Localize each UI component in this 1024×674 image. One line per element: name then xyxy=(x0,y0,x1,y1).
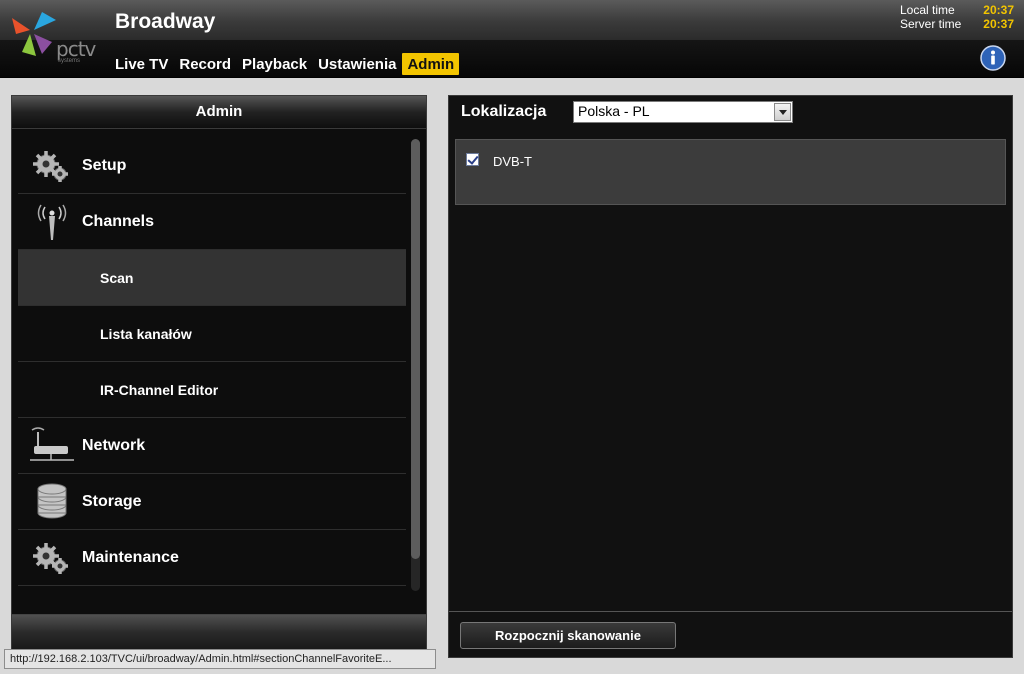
admin-menu: Setup Channels Scan Lista kanałów IR-Cha… xyxy=(18,138,406,586)
menu-item-setup[interactable]: Setup xyxy=(18,138,406,194)
local-time-label: Local time xyxy=(900,3,955,17)
menu-item-ir-channel-editor[interactable]: IR-Channel Editor xyxy=(18,362,406,418)
location-label: Lokalizacja xyxy=(461,103,547,120)
main-nav: Live TV Record Playback Ustawienia Admin xyxy=(110,53,460,75)
chevron-down-icon[interactable] xyxy=(774,103,791,121)
app-header: pctv systems Broadway Local time 20:37 S… xyxy=(0,0,1024,78)
gears-icon xyxy=(33,150,68,182)
menu-item-setup-label: Setup xyxy=(82,156,127,174)
dvb-t-label: DVB-T xyxy=(493,154,532,169)
browser-status-bar: http://192.168.2.103/TVC/ui/broadway/Adm… xyxy=(4,649,436,669)
menu-item-channels-label: Channels xyxy=(82,212,155,230)
menu-item-storage-label: Storage xyxy=(82,492,142,510)
server-time-label: Server time xyxy=(900,17,962,31)
nav-record[interactable]: Record xyxy=(174,53,236,75)
antenna-icon xyxy=(37,204,67,240)
admin-menu-panel: Admin Setup Channels Scan Lista kanałów … xyxy=(11,95,427,655)
info-icon[interactable] xyxy=(980,45,1006,71)
server-time-value: 20:37 xyxy=(983,17,1014,31)
menu-item-scan[interactable]: Scan xyxy=(18,250,406,306)
nav-ustawienia[interactable]: Ustawienia xyxy=(313,53,401,75)
menu-item-network-label: Network xyxy=(82,436,146,454)
logo-subtext: systems xyxy=(58,58,81,64)
admin-panel-footer xyxy=(12,614,426,654)
app-title: Broadway xyxy=(115,10,216,33)
location-select[interactable]: Polska - PL xyxy=(573,101,793,123)
clock: Local time 20:37 Server time 20:37 xyxy=(900,3,1014,31)
admin-panel-title: Admin xyxy=(12,96,426,129)
local-time-value: 20:37 xyxy=(983,3,1014,17)
scan-panel: Lokalizacja Polska - PL DVB-T Rozpocznij… xyxy=(448,95,1013,658)
database-icon xyxy=(37,483,67,518)
location-select-value: Polska - PL xyxy=(578,103,650,119)
start-scan-button[interactable]: Rozpocznij skanowanie xyxy=(460,622,676,649)
menu-item-maintenance[interactable]: Maintenance xyxy=(18,530,406,586)
menu-scroll-thumb[interactable] xyxy=(411,139,420,559)
menu-item-network[interactable]: Network xyxy=(18,418,406,474)
menu-scrollbar[interactable] xyxy=(411,139,420,591)
menu-item-channels[interactable]: Channels xyxy=(18,194,406,250)
nav-admin[interactable]: Admin xyxy=(402,53,460,75)
nav-live-tv[interactable]: Live TV xyxy=(110,53,173,75)
gears-icon xyxy=(33,542,68,574)
menu-item-storage[interactable]: Storage xyxy=(18,474,406,530)
scan-panel-footer: Rozpocznij skanowanie xyxy=(449,611,1012,657)
nav-playback[interactable]: Playback xyxy=(237,53,312,75)
network-router-icon xyxy=(30,426,74,461)
dvb-t-checkbox[interactable] xyxy=(466,153,479,166)
tv-standard-list: DVB-T xyxy=(455,139,1006,205)
menu-item-maintenance-label: Maintenance xyxy=(82,548,179,566)
menu-item-channel-list[interactable]: Lista kanałów xyxy=(18,306,406,362)
